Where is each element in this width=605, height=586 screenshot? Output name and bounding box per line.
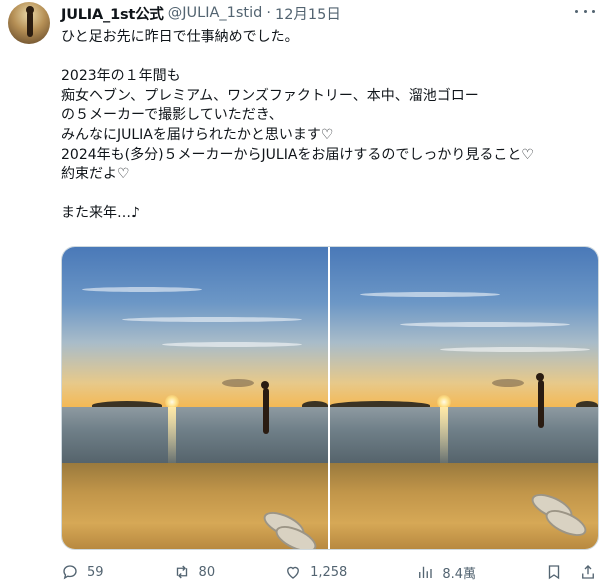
reply-button[interactable]: 59	[61, 563, 104, 581]
share-button[interactable]	[579, 563, 597, 581]
avatar-figure	[27, 11, 33, 37]
heart-icon	[287, 566, 300, 579]
bookmark-button[interactable]	[545, 563, 563, 581]
like-button[interactable]: 1,258	[284, 563, 347, 581]
tweet-date[interactable]: 12月15日	[275, 3, 341, 24]
author-name[interactable]: JULIA_1st公式	[61, 3, 164, 24]
avatar[interactable]	[8, 2, 50, 44]
author-handle[interactable]: @JULIA_1stid	[168, 5, 263, 21]
bookmark-icon	[548, 565, 560, 580]
repost-button[interactable]: 80	[173, 563, 216, 581]
photo-1[interactable]	[62, 247, 328, 549]
action-bar: 59 80 1,258 8.4萬	[61, 562, 597, 582]
repost-count: 80	[198, 564, 216, 580]
tweet-text: ひと足お先に昨日で仕事納めでした。 2023年の１年間も 痴女ヘブン、プレミアム…	[61, 29, 534, 222]
reply-icon	[63, 565, 77, 580]
views-chart-icon	[419, 566, 432, 578]
tweet-header: JULIA_1st公式 @JULIA_1stid · 12月15日	[61, 3, 341, 24]
photo-2[interactable]	[330, 247, 598, 549]
view-count: 8.4萬	[442, 566, 476, 582]
header-separator: ·	[266, 5, 271, 21]
share-icon	[582, 565, 594, 579]
reply-count: 59	[87, 564, 104, 580]
like-count: 1,258	[310, 564, 348, 580]
more-dots-icon[interactable]	[575, 4, 595, 18]
right-actions	[545, 563, 597, 581]
tweet-card[interactable]: JULIA_1st公式 @JULIA_1stid · 12月15日 ひと足お先に…	[0, 0, 605, 586]
media-grid	[61, 246, 599, 550]
views-button[interactable]: 8.4萬	[416, 563, 476, 582]
repost-icon	[176, 565, 187, 579]
